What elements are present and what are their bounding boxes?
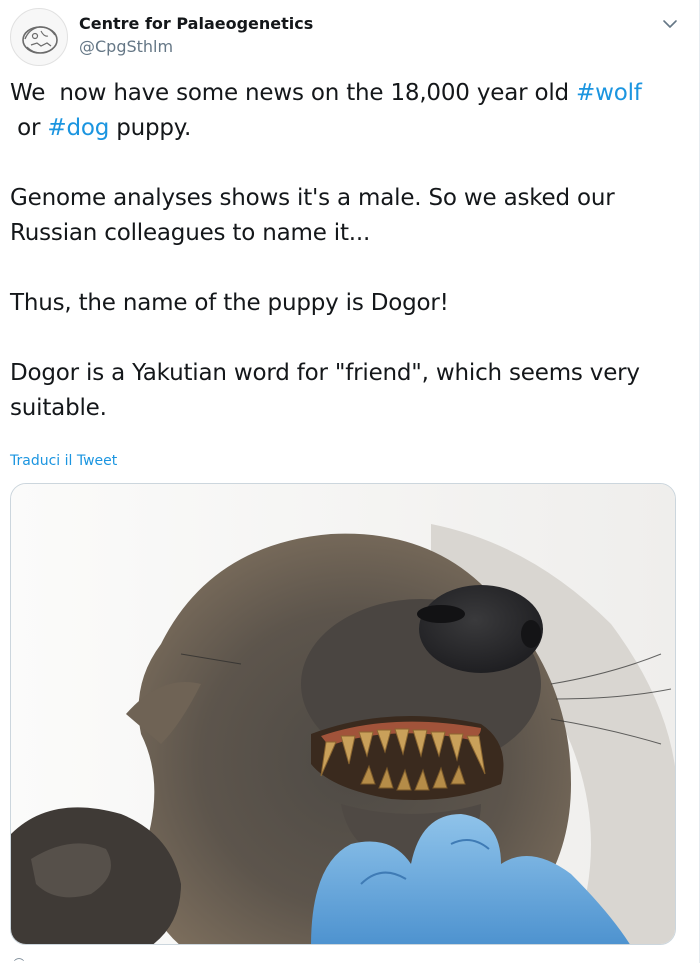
avatar[interactable] [10, 8, 68, 66]
chevron-down-icon[interactable] [660, 14, 680, 34]
hashtag-wolf-link[interactable]: #wolf [576, 80, 642, 106]
tweet-card: Centre for Palaeogenetics @CpgSthlm We n… [0, 0, 700, 970]
puppy-photo [11, 484, 675, 944]
display-name[interactable]: Centre for Palaeogenetics [79, 14, 313, 33]
skull-logo-icon [22, 26, 58, 54]
tweet-paragraph: Dogor is a Yakutian word for "friend", w… [10, 360, 647, 421]
tweet-header: Centre for Palaeogenetics @CpgSthlm [10, 8, 690, 68]
tweet-text-part: puppy. [109, 115, 192, 141]
tweet-text-part: or [10, 115, 48, 141]
hashtag-dog-link[interactable]: #dog [47, 115, 109, 141]
translate-tweet-link[interactable]: Traduci il Tweet [10, 453, 117, 469]
tweet-paragraph: Thus, the name of the puppy is Dogor! [10, 290, 449, 316]
tweet-text-part: We now have some news on the 18,000 year… [10, 80, 577, 106]
tweet-paragraph: Genome analyses shows it's a male. So we… [10, 185, 622, 246]
tweet-media-photo[interactable] [10, 483, 676, 945]
user-handle[interactable]: @CpgSthlm [79, 37, 173, 56]
tweet-text: We now have some news on the 18,000 year… [10, 76, 685, 426]
